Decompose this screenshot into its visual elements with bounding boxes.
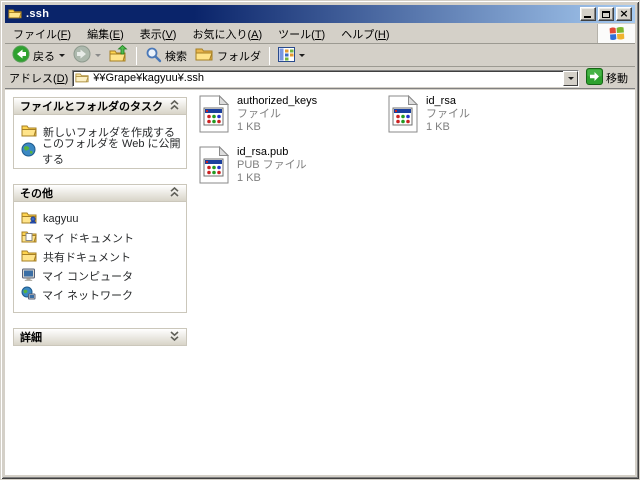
sidebar-item-label: kagyuu [43,213,78,225]
file-name: id_rsa [426,95,470,108]
back-dropdown-icon[interactable] [59,54,65,57]
generic-file-icon [199,146,231,194]
go-icon [586,68,603,88]
sidebar-item-マイ ネットワーク[interactable]: マイ ネットワーク [21,285,182,304]
maximize-button[interactable] [598,7,614,21]
my-documents-icon [21,229,37,246]
generic-file-icon [199,95,231,143]
panel-header-file-folder-tasks[interactable]: ファイルとフォルダのタスク [13,97,187,115]
file-type: ファイル [426,108,470,121]
go-label: 移動 [606,70,628,86]
views-dropdown-icon[interactable] [299,54,305,57]
panel-other-places: その他 kagyuu マイ ドキュメント共有ドキュメントマイ コンピュータマイ ネ… [13,184,187,313]
menu-bar: ファイル(F)編集(E)表示(V)お気に入り(A)ツール(T)ヘルプ(H) [5,24,635,44]
chevron-up-icon [169,100,180,113]
search-label: 検索 [165,48,187,64]
go-button[interactable]: 移動 [583,68,631,88]
toolbar: 戻る [5,45,635,67]
user-share-folder-icon [21,210,37,227]
file-list: authorized_keys ファイル 1 KB id_rsa ファイル 1 … [197,93,617,195]
sidebar-item-label: このフォルダを Web に公開する [42,135,182,167]
minimize-button[interactable] [580,7,596,21]
address-folder-icon [75,71,89,86]
panel-title: ファイルとフォルダのタスク [20,98,163,114]
sidebar-item-label: 共有ドキュメント [43,249,131,265]
window-title: .ssh [26,8,580,20]
toolbar-separator [269,47,270,65]
folders-icon [195,46,214,65]
search-icon [145,46,162,66]
forward-dropdown-icon[interactable] [95,54,101,57]
task-pane: ファイルとフォルダのタスク 新しいフォルダを作成するこのフォルダを Web に公… [13,97,187,361]
my-network-icon [21,286,36,304]
sidebar-item-共有ドキュメント[interactable]: 共有ドキュメント [21,247,182,266]
forward-icon [73,45,91,66]
new-folder-icon [21,123,37,140]
up-folder-icon [109,45,128,66]
up-button[interactable] [106,46,131,66]
folder-icon [8,7,22,22]
shared-documents-icon [21,248,37,265]
chevron-down-icon [169,331,180,344]
web-publish-icon [21,142,36,160]
sidebar-item-マイ ドキュメント[interactable]: マイ ドキュメント [21,228,182,247]
panel-body-other-places: kagyuu マイ ドキュメント共有ドキュメントマイ コンピュータマイ ネットワー… [13,202,187,313]
sidebar-item-label: マイ ドキュメント [43,230,134,246]
file-tile[interactable]: id_rsa.pub PUB ファイル 1 KB [197,144,386,194]
address-input[interactable]: ¥¥Grape¥kagyuu¥.ssh [72,70,579,87]
my-computer-icon [21,267,36,285]
file-size: 1 KB [426,121,470,134]
panel-file-folder-tasks: ファイルとフォルダのタスク 新しいフォルダを作成するこのフォルダを Web に公… [13,97,187,169]
file-size: 1 KB [237,172,307,185]
views-icon [278,47,295,65]
chevron-up-icon [169,187,180,200]
panel-header-other-places[interactable]: その他 [13,184,187,202]
panel-body-file-folder-tasks: 新しいフォルダを作成するこのフォルダを Web に公開する [13,115,187,169]
address-label: アドレス(D) [9,70,68,86]
back-icon [12,45,30,66]
windows-logo-icon [597,24,635,43]
back-label: 戻る [33,48,55,64]
panel-title: 詳細 [20,329,42,345]
menu-item-3[interactable]: お気に入り(A) [184,27,270,43]
generic-file-icon [388,95,420,143]
file-size: 1 KB [237,121,317,134]
menu-item-5[interactable]: ヘルプ(H) [333,27,397,43]
menu-item-0[interactable]: ファイル(F) [5,27,79,43]
panel-details: 詳細 [13,328,187,346]
sidebar-item-label: マイ コンピュータ [42,268,133,284]
folder-content-area[interactable]: ファイルとフォルダのタスク 新しいフォルダを作成するこのフォルダを Web に公… [5,90,635,475]
title-bar[interactable]: .ssh × [5,5,635,23]
forward-button[interactable] [70,46,104,66]
search-button[interactable]: 検索 [142,46,190,66]
sidebar-item-このフォルダを Web に公開する[interactable]: このフォルダを Web に公開する [21,141,182,160]
panel-title: その他 [20,185,53,201]
file-type: PUB ファイル [237,159,307,172]
menu-item-1[interactable]: 編集(E) [79,27,132,43]
file-name: id_rsa.pub [237,146,307,159]
file-tile[interactable]: id_rsa ファイル 1 KB [386,93,575,143]
file-type: ファイル [237,108,317,121]
address-value: ¥¥Grape¥kagyuu¥.ssh [93,72,563,84]
address-dropdown-button[interactable] [563,71,578,86]
sidebar-item-label: マイ ネットワーク [42,287,133,303]
toolbar-separator [136,47,137,65]
views-button[interactable] [275,46,308,66]
back-button[interactable]: 戻る [9,46,68,66]
folders-label: フォルダ [217,48,261,64]
menu-item-4[interactable]: ツール(T) [270,27,333,43]
explorer-window: .ssh × ファイル(F)編集(E)表示(V)お気に入り(A)ツール(T)ヘル… [0,0,640,480]
address-bar: アドレス(D) ¥¥Grape¥kagyuu¥.ssh 移動 [5,68,635,89]
close-button[interactable]: × [616,7,632,21]
sidebar-item-kagyuu[interactable]: kagyuu [21,209,182,228]
menu-item-2[interactable]: 表示(V) [132,27,185,43]
file-tile[interactable]: authorized_keys ファイル 1 KB [197,93,386,143]
menu-items: ファイル(F)編集(E)表示(V)お気に入り(A)ツール(T)ヘルプ(H) [5,26,398,42]
panel-header-details[interactable]: 詳細 [13,328,187,346]
folders-button[interactable]: フォルダ [192,46,264,66]
sidebar-item-マイ コンピュータ[interactable]: マイ コンピュータ [21,266,182,285]
file-name: authorized_keys [237,95,317,108]
